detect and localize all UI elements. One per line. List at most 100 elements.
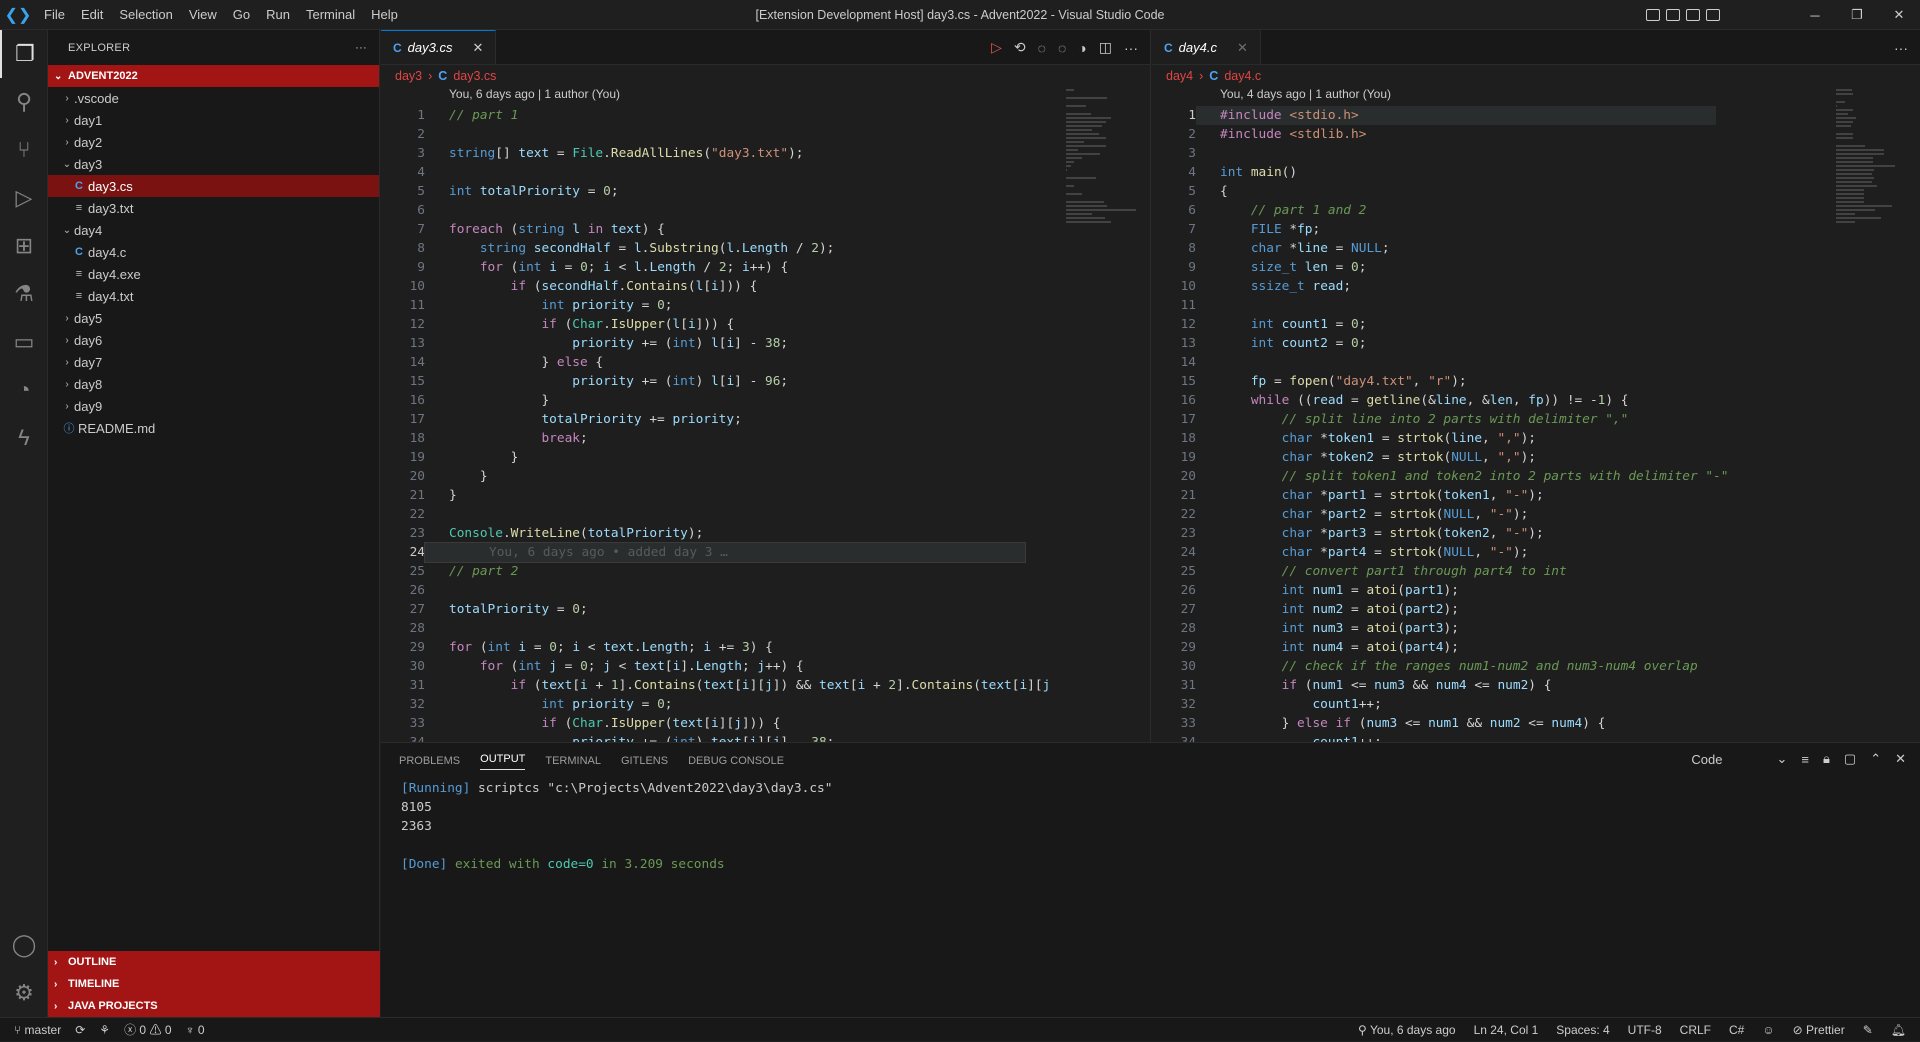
- code-line[interactable]: 5{: [1152, 182, 1920, 201]
- code-line[interactable]: 21 char *part1 = strtok(token1, "-");: [1152, 486, 1920, 505]
- code-line[interactable]: 22: [381, 505, 1150, 524]
- open-in-editor-icon[interactable]: ▢: [1844, 751, 1856, 767]
- breadcrumb-file[interactable]: day4.c: [1224, 69, 1261, 83]
- code-editor[interactable]: 1 #include <stdio.h> 2 #include <stdlib.h> 3…: [1152, 106, 1920, 752]
- code-line[interactable]: 12 if (Char.IsUpper(l[i])) {: [381, 315, 1150, 334]
- section-java-projects[interactable]: › JAVA PROJECTS: [48, 995, 380, 1017]
- code-line[interactable]: 24 You, 6 days ago • added day 3 …: [381, 542, 1150, 563]
- menu-view[interactable]: View: [181, 0, 225, 30]
- source-control-icon[interactable]: ⑂: [0, 126, 48, 174]
- code-line[interactable]: 25 // part 2: [381, 562, 1150, 581]
- cursor-position[interactable]: Ln 24, Col 1: [1474, 1023, 1539, 1037]
- explorer-icon[interactable]: ❐: [0, 30, 48, 78]
- tree-item[interactable]: › day5: [48, 307, 379, 329]
- code-line[interactable]: 16 }: [381, 391, 1150, 410]
- code-line[interactable]: 14 } else {: [381, 353, 1150, 372]
- tab-problems[interactable]: PROBLEMS: [399, 755, 460, 767]
- code-line[interactable]: 25 // convert part1 through part4 to int: [1152, 562, 1920, 581]
- tab-day4-c[interactable]: C day4.c ✕: [1152, 30, 1261, 64]
- codelens-blame[interactable]: You, 6 days ago | 1 author (You): [381, 87, 1150, 106]
- tree-item[interactable]: › day6: [48, 329, 379, 351]
- maximize-panel-icon[interactable]: ⌃: [1870, 751, 1881, 767]
- tab-gitlens[interactable]: GITLENS: [621, 755, 668, 767]
- code-line[interactable]: 17 totalPriority += priority;: [381, 410, 1150, 429]
- section-outline[interactable]: › OUTLINE: [48, 951, 380, 973]
- feedback-icon[interactable]: ✎: [1863, 1023, 1873, 1037]
- code-line[interactable]: 28: [381, 619, 1150, 638]
- code-line[interactable]: 32 count1++;: [1152, 695, 1920, 714]
- menu-edit[interactable]: Edit: [73, 0, 111, 30]
- codelens-blame[interactable]: You, 4 days ago | 1 author (You): [1152, 87, 1920, 106]
- close-window-button[interactable]: ✕: [1878, 7, 1920, 23]
- code-line[interactable]: 12 int count1 = 0;: [1152, 315, 1920, 334]
- code-line[interactable]: 7 FILE *fp;: [1152, 220, 1920, 239]
- code-line[interactable]: 27 totalPriority = 0;: [381, 600, 1150, 619]
- language-mode[interactable]: C#: [1729, 1023, 1744, 1037]
- settings-gear-icon[interactable]: ⚙: [0, 969, 48, 1017]
- toggle-panel-icon[interactable]: [1666, 9, 1680, 21]
- breadcrumb-file[interactable]: day3.cs: [453, 69, 496, 83]
- code-line[interactable]: 27 int num2 = atoi(part2);: [1152, 600, 1920, 619]
- code-line[interactable]: 31 if (text[i + 1].Contains(text[i][j]) …: [381, 676, 1150, 695]
- code-line[interactable]: 18 char *token1 = strtok(line, ",");: [1152, 429, 1920, 448]
- tree-item[interactable]: ⌄ day4: [48, 219, 379, 241]
- code-line[interactable]: 6 // part 1 and 2: [1152, 201, 1920, 220]
- code-line[interactable]: 22 char *part2 = strtok(NULL, "-");: [1152, 505, 1920, 524]
- encoding[interactable]: UTF-8: [1628, 1023, 1662, 1037]
- code-line[interactable]: 10 ssize_t read;: [1152, 277, 1920, 296]
- menu-run[interactable]: Run: [258, 0, 298, 30]
- tab-output[interactable]: OUTPUT: [480, 753, 526, 770]
- code-line[interactable]: 23 Console.WriteLine(totalPriority);: [381, 524, 1150, 543]
- code-line[interactable]: 19 }: [381, 448, 1150, 467]
- code-line[interactable]: 10 if (secondHalf.Contains(l[i])) {: [381, 277, 1150, 296]
- code-line[interactable]: 33 if (Char.IsUpper(text[i][j])) {: [381, 714, 1150, 733]
- code-line[interactable]: 4 int main(): [1152, 163, 1920, 182]
- breadcrumb-folder[interactable]: day3: [395, 69, 422, 83]
- prettier-status[interactable]: ⊘ Prettier: [1793, 1023, 1845, 1037]
- tab-day3-cs[interactable]: C day3.cs ✕: [381, 30, 497, 64]
- code-line[interactable]: 14: [1152, 353, 1920, 372]
- copilot-icon[interactable]: ☺: [1762, 1023, 1774, 1037]
- close-tab-icon[interactable]: ✕: [1237, 40, 1248, 56]
- problems-indicator[interactable]: ⓧ 0 ⚠ 0: [124, 1021, 171, 1038]
- tree-item[interactable]: › day8: [48, 373, 379, 395]
- code-line[interactable]: 29 for (int i = 0; i < text.Length; i += …: [381, 638, 1150, 657]
- tab-debug-console[interactable]: DEBUG CONSOLE: [688, 755, 784, 767]
- code-line[interactable]: 8 string secondHalf = l.Substring(l.Leng…: [381, 239, 1150, 258]
- notifications-bell-icon[interactable]: 🔔︎: [1891, 1023, 1906, 1037]
- sync-icon[interactable]: ⟳: [75, 1023, 85, 1037]
- code-line[interactable]: 32 int priority = 0;: [381, 695, 1150, 714]
- toggle-secondary-sidebar-icon[interactable]: [1686, 9, 1700, 21]
- blame-status[interactable]: ⚲ You, 6 days ago: [1358, 1023, 1456, 1037]
- code-line[interactable]: 13 priority += (int) l[i] - 38;: [381, 334, 1150, 353]
- next-change-icon[interactable]: ◌: [1058, 40, 1066, 56]
- code-line[interactable]: 3 string[] text = File.ReadAllLines("day3…: [381, 144, 1150, 163]
- code-line[interactable]: 29 int num4 = atoi(part4);: [1152, 638, 1920, 657]
- code-line[interactable]: 13 int count2 = 0;: [1152, 334, 1920, 353]
- code-line[interactable]: 16 while ((read = getline(&line, &len, f…: [1152, 391, 1920, 410]
- testing-icon[interactable]: ⚗: [0, 270, 48, 318]
- close-tab-icon[interactable]: ✕: [472, 40, 483, 56]
- tree-item[interactable]: › day2: [48, 131, 379, 153]
- code-line[interactable]: 11: [1152, 296, 1920, 315]
- tree-item[interactable]: Cday3.cs: [48, 175, 379, 197]
- thunder-icon[interactable]: ϟ: [0, 414, 48, 462]
- code-line[interactable]: 2 #include <stdlib.h>: [1152, 125, 1920, 144]
- menu-help[interactable]: Help: [363, 0, 406, 30]
- minimap[interactable]: [1836, 87, 1906, 237]
- tree-item[interactable]: ≡ day4.exe: [48, 263, 379, 285]
- run-debug-icon[interactable]: ▷: [0, 174, 48, 222]
- code-line[interactable]: 20 }: [381, 467, 1150, 486]
- code-line[interactable]: 20 // split token1 and token2 into 2 par…: [1152, 467, 1920, 486]
- tree-item[interactable]: › .vscode: [48, 87, 379, 109]
- tree-item[interactable]: ≡ day3.txt: [48, 197, 379, 219]
- code-line[interactable]: 15 priority += (int) l[i] - 96;: [381, 372, 1150, 391]
- tree-item[interactable]: Cday4.c: [48, 241, 379, 263]
- tree-item[interactable]: ⓘ README.md: [48, 417, 379, 439]
- clear-output-icon[interactable]: ≡: [1801, 752, 1809, 767]
- lock-scroll-icon[interactable]: 🔒︎: [1823, 751, 1830, 767]
- tree-item[interactable]: › day1: [48, 109, 379, 131]
- code-line[interactable]: 4: [381, 163, 1150, 182]
- tree-item[interactable]: ⌄ day3: [48, 153, 379, 175]
- breadcrumb-folder[interactable]: day4: [1166, 69, 1193, 83]
